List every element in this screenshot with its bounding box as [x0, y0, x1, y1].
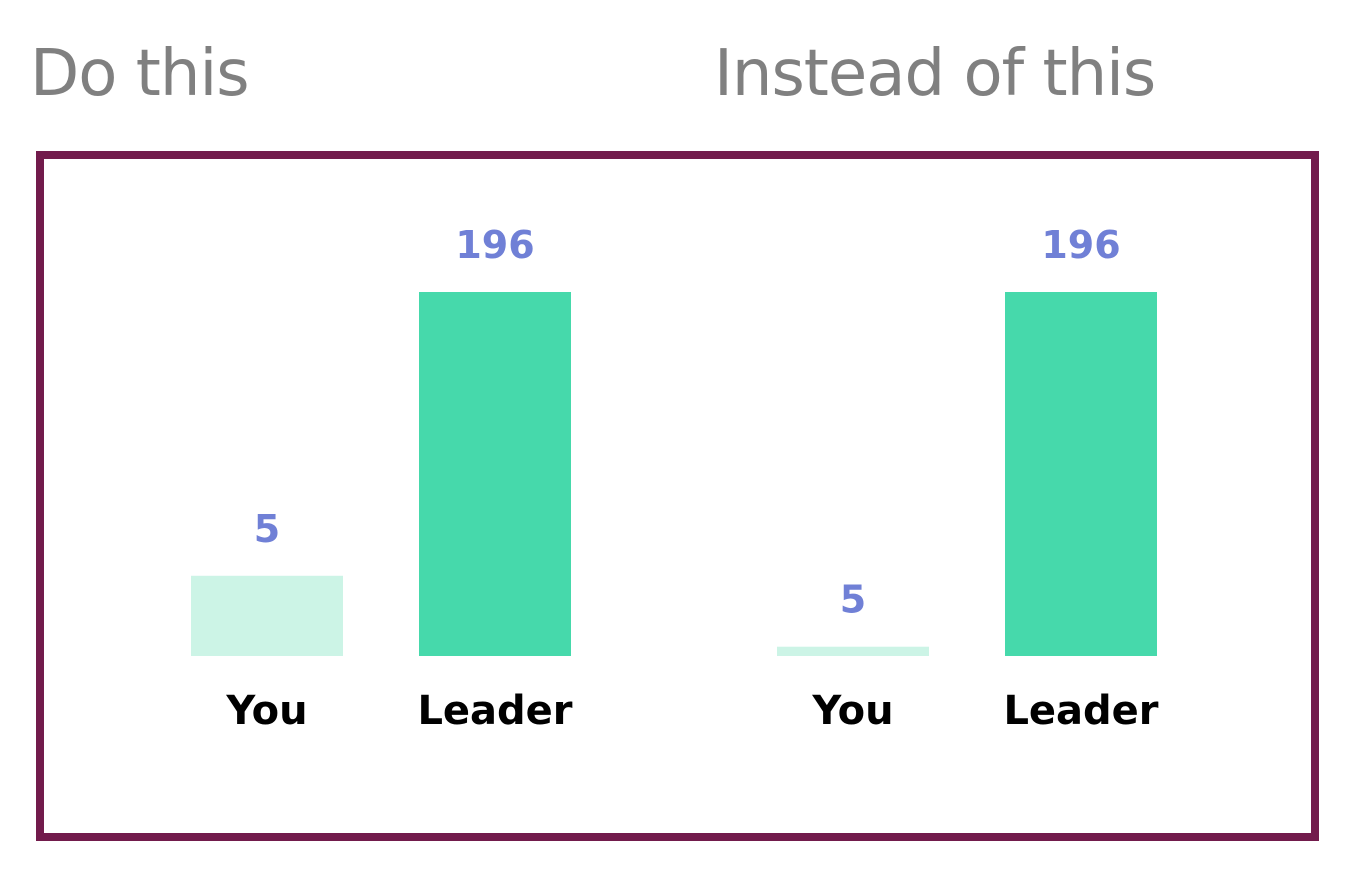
- bar-you: [191, 575, 343, 656]
- value-label-you: 5: [840, 578, 866, 622]
- chart-instead-of-this: 5 You 196 Leader: [777, 223, 1159, 734]
- chart-do-this: 5 You 196 Leader: [191, 223, 573, 734]
- value-label-leader: 196: [1041, 223, 1120, 267]
- category-label-you: You: [225, 688, 307, 734]
- category-label-you: You: [811, 688, 893, 734]
- category-label-leader: Leader: [1003, 688, 1158, 734]
- value-label-you: 5: [254, 507, 280, 551]
- comparison-charts: 5 You 196 Leader 5 You 196 Leader: [191, 223, 1159, 734]
- value-label-leader: 196: [455, 223, 534, 267]
- bar-leader: [419, 292, 571, 656]
- category-label-leader: Leader: [417, 688, 572, 734]
- bar-leader: [1005, 292, 1157, 656]
- bar-you: [777, 646, 929, 656]
